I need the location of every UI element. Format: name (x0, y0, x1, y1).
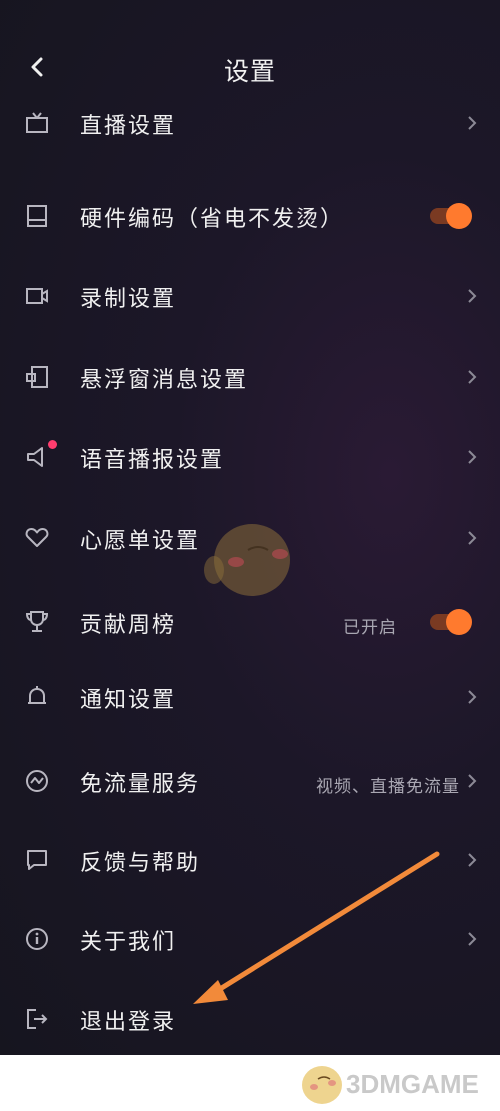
bell-icon (28, 686, 46, 704)
chevron-right-icon (468, 116, 477, 130)
settings-item-label: 通知设置 (80, 688, 177, 713)
hardware-encoding-toggle[interactable] (428, 203, 472, 229)
settings-item-label: 反馈与帮助 (80, 851, 201, 876)
chevron-right-icon (468, 370, 477, 384)
trophy-icon (25, 611, 49, 632)
settings-item-label: 硬件编码（省电不发烫） (80, 207, 345, 232)
chevron-right-icon (468, 531, 477, 545)
settings-item-label: 直播设置 (80, 114, 177, 139)
data-free-status: 视频、直播免流量 (316, 777, 460, 797)
heart-icon (25, 528, 49, 547)
settings-item-notifications[interactable]: 通知设置 (0, 662, 500, 732)
data-flow-icon (26, 770, 48, 792)
weekly-ranking-toggle[interactable] (428, 609, 472, 635)
logout-icon (27, 1009, 48, 1029)
settings-item-label: 关于我们 (80, 930, 177, 955)
settings-item-label: 贡献周榜 (80, 613, 177, 638)
settings-item-label: 录制设置 (80, 287, 177, 312)
settings-item-label: 退出登录 (80, 1010, 177, 1035)
settings-item-wishlist[interactable]: 心愿单设置 (0, 503, 500, 573)
weekly-ranking-status: 已开启 (343, 618, 397, 638)
message-icon (27, 850, 47, 870)
settings-item-about[interactable]: 关于我们 (0, 904, 500, 974)
settings-item-voice-broadcast[interactable]: 语音播报设置 (0, 422, 500, 492)
settings-item-label: 心愿单设置 (80, 529, 201, 554)
watermark-logo-icon (302, 1066, 342, 1104)
settings-item-label: 悬浮窗消息设置 (80, 368, 249, 393)
floating-window-icon (26, 366, 48, 388)
settings-item-label: 免流量服务 (80, 772, 201, 797)
chevron-right-icon (468, 774, 477, 788)
chevron-right-icon (468, 450, 477, 464)
chevron-right-icon (468, 289, 477, 303)
chevron-right-icon (468, 853, 477, 867)
info-icon (26, 928, 48, 950)
settings-item-hardware-encoding: 硬件编码（省电不发烫） (0, 181, 500, 251)
watermark-bar: 3DMGAME (0, 1055, 500, 1111)
chevron-right-icon (468, 932, 477, 946)
page-title: 设置 (223, 57, 276, 86)
settings-item-live[interactable]: 直播设置 (0, 88, 500, 158)
settings-item-recording[interactable]: 录制设置 (0, 261, 500, 331)
chevron-right-icon (468, 690, 477, 704)
toggle-knob (446, 609, 472, 635)
watermark-text: 3DMGAME (346, 1069, 479, 1099)
settings-item-data-free[interactable]: 免流量服务 视频、直播免流量 (0, 746, 500, 816)
notification-dot (48, 440, 57, 449)
settings-item-floating-window[interactable]: 悬浮窗消息设置 (0, 342, 500, 412)
settings-item-label: 语音播报设置 (80, 448, 225, 473)
tv-icon (26, 112, 48, 133)
video-camera-icon (26, 288, 48, 304)
settings-item-feedback[interactable]: 反馈与帮助 (0, 825, 500, 895)
settings-item-weekly-ranking: 贡献周榜 已开启 (0, 587, 500, 657)
toggle-knob (446, 203, 472, 229)
settings-screen: 设置 直播设置 硬件编码（省电不发烫） 录制设置 悬浮窗消息设置 语音播报设置 … (0, 0, 500, 1055)
speaker-icon (27, 447, 43, 467)
logout-button[interactable]: 退出登录 (0, 984, 500, 1054)
chip-icon (27, 205, 47, 227)
